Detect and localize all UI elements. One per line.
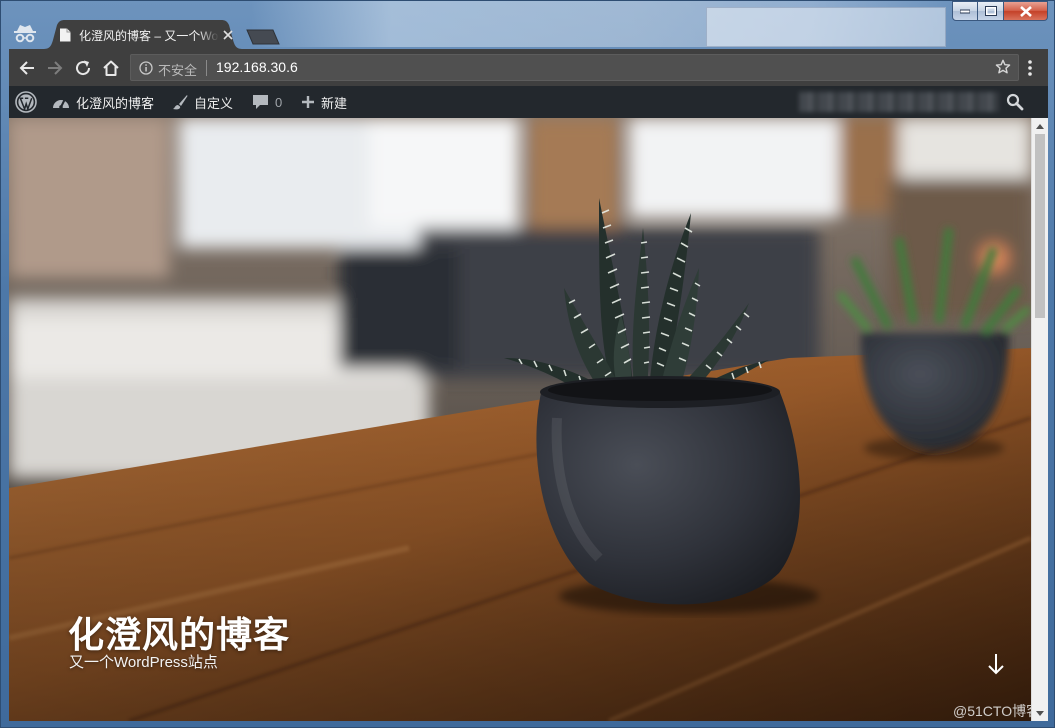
home-button[interactable] bbox=[100, 57, 122, 79]
redacted-account-area bbox=[799, 92, 999, 112]
site-name-menu[interactable]: 化澄风的博客 bbox=[52, 86, 154, 118]
info-icon[interactable] bbox=[139, 61, 153, 75]
scrollbar-thumb[interactable] bbox=[1035, 134, 1045, 318]
comments-link[interactable]: 0 bbox=[252, 86, 282, 118]
minimize-icon bbox=[960, 9, 970, 14]
site-name-label: 化澄风的博客 bbox=[76, 95, 155, 111]
comments-count: 0 bbox=[275, 94, 283, 110]
close-window-button[interactable] bbox=[1004, 1, 1048, 21]
security-label: 不安全 bbox=[158, 63, 198, 78]
tab-title: 化澄风的博客 – 又一个WordPress站点 bbox=[79, 29, 219, 43]
forward-button[interactable] bbox=[44, 57, 66, 79]
customize-link[interactable]: 自定义 bbox=[172, 86, 233, 118]
page-icon bbox=[60, 28, 71, 42]
home-icon bbox=[103, 60, 119, 76]
paintbrush-icon bbox=[173, 95, 188, 110]
scroll-up-button[interactable] bbox=[1032, 118, 1048, 134]
chevron-up-icon bbox=[1036, 123, 1044, 129]
window-controls bbox=[952, 1, 1048, 21]
page-viewport: 化澄风的博客 又一个WordPress站点 @51CTO博客 bbox=[9, 118, 1048, 721]
search-icon[interactable] bbox=[1006, 93, 1024, 111]
browser-toolbar: 不安全 192.168.30.6 bbox=[9, 49, 1048, 86]
url-text[interactable]: 192.168.30.6 bbox=[216, 59, 298, 75]
scroll-down-button[interactable] bbox=[1032, 705, 1048, 721]
vertical-dots-icon bbox=[1028, 60, 1032, 76]
tab-close-icon[interactable] bbox=[221, 28, 235, 42]
browser-window: 化澄风的博客 – 又一个WordPress站点 bbox=[0, 0, 1055, 728]
site-description: 又一个WordPress站点 bbox=[69, 654, 218, 671]
browser-menu-button[interactable] bbox=[1021, 58, 1039, 78]
watermark: @51CTO博客 bbox=[953, 703, 1031, 719]
address-bar[interactable]: 不安全 192.168.30.6 bbox=[130, 54, 1019, 81]
plus-icon bbox=[302, 96, 314, 108]
star-icon[interactable] bbox=[995, 59, 1011, 75]
close-icon bbox=[1019, 5, 1032, 17]
dashboard-icon bbox=[53, 99, 69, 109]
tab-active[interactable]: 化澄风的博客 – 又一个WordPress站点 bbox=[43, 20, 243, 49]
background-window bbox=[706, 7, 946, 47]
reload-button[interactable] bbox=[72, 57, 94, 79]
minimize-button[interactable] bbox=[952, 1, 978, 21]
incognito-icon[interactable] bbox=[13, 23, 37, 43]
restore-icon bbox=[984, 6, 997, 16]
arrow-down-icon[interactable] bbox=[985, 652, 1007, 676]
arrow-right-icon bbox=[48, 61, 63, 75]
speech-bubble-icon bbox=[253, 95, 268, 109]
custom-header-hero: 化澄风的博客 又一个WordPress站点 @51CTO博客 bbox=[9, 118, 1031, 721]
new-tab-button[interactable] bbox=[245, 29, 281, 45]
new-content-menu[interactable]: 新建 bbox=[301, 86, 347, 118]
wordpress-logo-icon bbox=[15, 91, 37, 113]
customize-label: 自定义 bbox=[194, 95, 234, 111]
arrow-left-icon bbox=[19, 61, 34, 75]
new-content-label: 新建 bbox=[321, 95, 348, 111]
omnibox-separator bbox=[206, 60, 207, 76]
wp-admin-bar: 化澄风的博客 自定义 0 新建 bbox=[9, 86, 1048, 118]
reload-icon bbox=[76, 60, 91, 76]
chevron-down-icon bbox=[1036, 710, 1044, 716]
vertical-scrollbar[interactable] bbox=[1031, 118, 1048, 721]
wp-logo-menu[interactable] bbox=[15, 86, 43, 118]
maximize-button[interactable] bbox=[978, 1, 1004, 21]
back-button[interactable] bbox=[16, 57, 38, 79]
